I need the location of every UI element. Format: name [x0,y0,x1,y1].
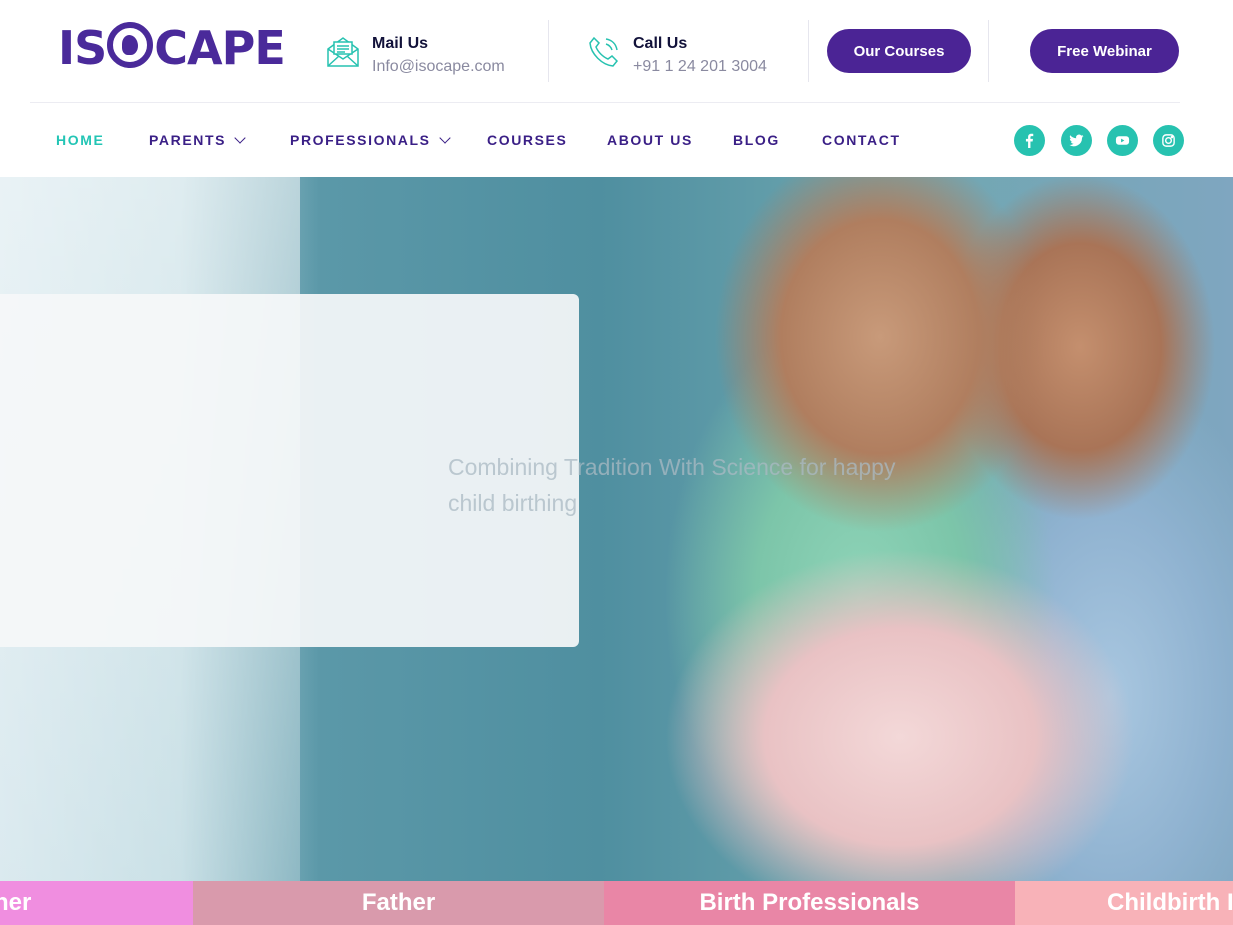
category-mother-label: her [0,889,32,916]
chevron-down-icon [438,131,451,144]
our-courses-button[interactable]: Our Courses [827,29,971,73]
nav-courses-label: COURSES [487,132,568,148]
nav-blog[interactable]: BLOG [733,131,780,149]
mail-title: Mail Us [372,35,429,52]
isocape-logo[interactable]: IS CAPE [58,21,286,75]
logo-fetus-icon [107,22,154,68]
category-childbirth-label: Childbirth I [1107,889,1233,916]
chevron-down-icon [234,131,246,144]
nav-contact-label: CONTACT [822,132,901,148]
category-carousel: her Father Birth Professionals Childbirt… [0,881,1233,925]
nav-parents[interactable]: PARENTS [149,131,246,149]
hero-tagline-line2: child birthing [448,490,578,516]
free-webinar-button[interactable]: Free Webinar [1030,29,1179,73]
mail-us-block[interactable]: Mail Us Info@isocape.com [326,33,505,79]
hero-tagline-line1: Combining Tradition With Science for hap… [448,454,896,480]
facebook-icon[interactable] [1014,125,1045,156]
nav-parents-label: PARENTS [149,132,227,148]
header-divider [988,20,989,82]
instagram-icon[interactable] [1153,125,1184,156]
category-birth-professionals-label: Birth Professionals [699,889,920,916]
category-birth-professionals[interactable]: Birth Professionals [604,881,1015,925]
header-divider [548,20,549,82]
category-mother[interactable]: her [0,881,193,925]
nav-blog-label: BLOG [733,132,780,148]
youtube-icon[interactable] [1107,125,1138,156]
logo-text-right: CAPE [154,21,285,75]
nav-contact[interactable]: CONTACT [822,131,901,149]
nav-professionals-label: PROFESSIONALS [290,132,431,148]
nav-home[interactable]: HOME [56,131,104,149]
nav-home-label: HOME [56,132,105,148]
site-header: IS CAPE Mail Us Info@isocape.com Call Us… [0,0,1233,102]
category-father[interactable]: Father [193,881,604,925]
nav-about-label: ABOUT US [607,132,693,148]
main-nav: HOME PARENTS PROFESSIONALS COURSES ABOUT… [0,103,1233,177]
category-childbirth[interactable]: Childbirth I [1015,881,1233,925]
phone-icon [589,36,619,67]
mail-address[interactable]: Info@isocape.com [372,55,505,79]
nav-about-us[interactable]: ABOUT US [607,131,693,149]
twitter-icon[interactable] [1061,125,1092,156]
nav-professionals[interactable]: PROFESSIONALS [290,131,451,149]
hero-tagline: Combining Tradition With Science for hap… [448,449,928,521]
hero-banner: Combining Tradition With Science for hap… [0,177,1233,881]
call-us-block[interactable]: Call Us +91 1 24 201 3004 [587,33,767,79]
envelope-icon [327,37,359,67]
logo-text-left: IS [58,21,107,75]
category-father-label: Father [361,889,436,916]
nav-courses[interactable]: COURSES [487,131,567,149]
header-divider [808,20,809,82]
call-title: Call Us [633,35,688,52]
phone-number[interactable]: +91 1 24 201 3004 [633,55,767,79]
